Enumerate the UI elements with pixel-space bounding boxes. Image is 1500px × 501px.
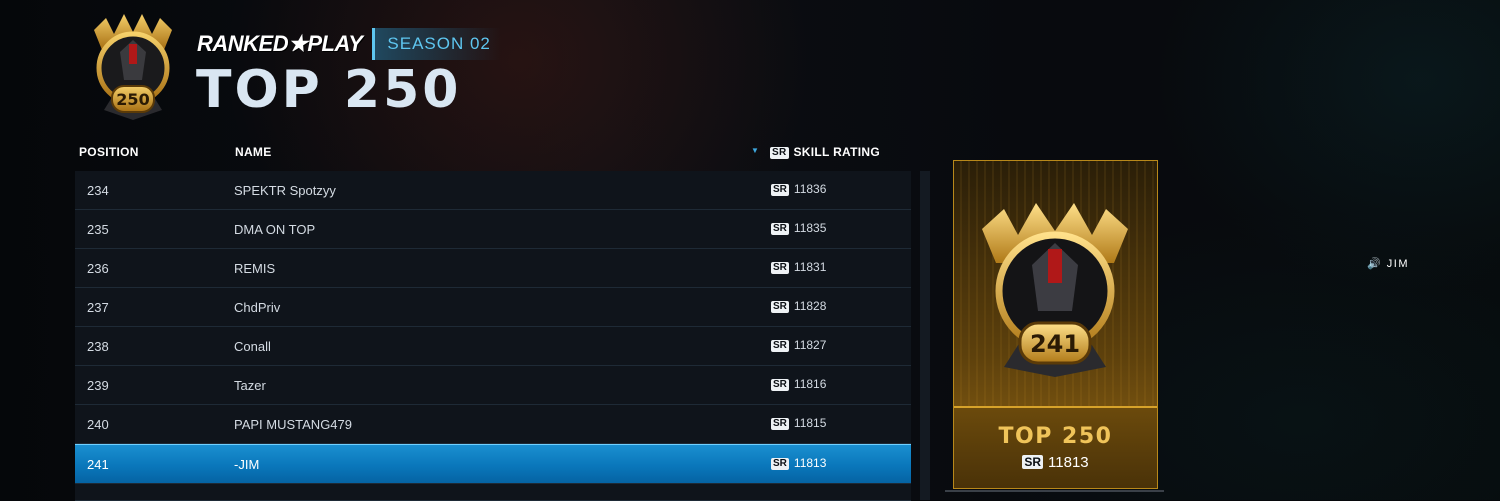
leaderboard-table: 234 SPEKTR Spotzyy SR 11836 235 DMA ON TO…	[75, 171, 911, 501]
sr-icon: SR	[771, 223, 789, 235]
row-position: 240	[87, 417, 109, 432]
sr-icon: SR	[771, 379, 789, 391]
row-player-name: Conall	[234, 339, 271, 354]
row-skill-rating: SR 11835	[771, 221, 826, 235]
sr-icon: SR	[771, 340, 789, 352]
top250-emblem-icon: 250	[94, 14, 172, 120]
row-skill-rating: SR 11828	[771, 299, 826, 313]
row-skill-rating: SR 11831	[771, 260, 826, 274]
row-rating-value: 11835	[793, 221, 827, 235]
card-title: TOP 250	[998, 424, 1113, 449]
page-title: TOP 250	[196, 60, 462, 120]
row-player-name: ChdPriv	[234, 300, 281, 315]
row-player-name: -JIM	[234, 457, 260, 472]
row-position: 236	[87, 261, 109, 276]
table-row[interactable]: 234 SPEKTR Spotzyy SR 11836	[75, 171, 911, 210]
season-label: SEASON 02	[372, 28, 501, 60]
table-row[interactable]: 236 REMIS SR 11831	[75, 249, 911, 288]
title-bar: RANKED★PLAY SEASON 02	[197, 28, 501, 60]
sr-icon: SR	[771, 301, 789, 313]
row-rating-value: 11813	[793, 456, 827, 470]
divider	[945, 490, 1164, 492]
sr-icon: SR	[770, 147, 789, 159]
sr-icon: SR	[771, 184, 789, 196]
voice-chat-indicator: 🔊 JIM	[1367, 257, 1409, 270]
row-position: 234	[87, 183, 109, 198]
emblem-number: 250	[116, 90, 149, 109]
row-rating-value: 11816	[793, 377, 827, 391]
column-header-position[interactable]: POSITION	[79, 145, 139, 159]
sr-icon: SR	[771, 458, 789, 470]
row-rating-value: 11827	[793, 338, 827, 352]
card-rating-value: 11813	[1048, 454, 1089, 471]
row-rating-value: 11836	[793, 182, 827, 196]
sr-icon: SR	[1022, 455, 1044, 469]
card-footer: TOP 250 SR 11813	[954, 406, 1157, 488]
card-skill-rating: SR 11813	[954, 454, 1157, 471]
row-rating-value: 11815	[793, 416, 827, 430]
table-row[interactable]: 240 PAPI MUSTANG479 SR 11815	[75, 405, 911, 444]
sr-icon: SR	[771, 262, 789, 274]
table-row-partial[interactable]	[75, 484, 911, 501]
row-skill-rating: SR 11816	[771, 377, 826, 391]
row-rating-value: 11828	[793, 299, 827, 313]
row-player-name: SPEKTR Spotzyy	[234, 183, 336, 198]
column-header-skill-rating[interactable]: SR SKILL RATING	[770, 145, 880, 159]
rank-emblem-icon: 241	[982, 203, 1128, 377]
sr-icon: SR	[771, 418, 789, 430]
sort-descending-icon: ▼	[751, 146, 759, 155]
table-row[interactable]: 237 ChdPriv SR 11828	[75, 288, 911, 327]
row-player-name: REMIS	[234, 261, 276, 276]
row-skill-rating: SR 11827	[771, 338, 826, 352]
row-player-name: DMA ON TOP	[234, 222, 316, 237]
table-row[interactable]: 238 Conall SR 11827	[75, 327, 911, 366]
table-row[interactable]: 239 Tazer SR 11816	[75, 366, 911, 405]
row-skill-rating: SR 11815	[771, 416, 826, 430]
column-header-name[interactable]: NAME	[235, 145, 272, 159]
table-row-selected[interactable]: 241 -JIM SR 11813	[75, 444, 911, 484]
table-row[interactable]: 235 DMA ON TOP SR 11835	[75, 210, 911, 249]
row-position: 239	[87, 378, 109, 393]
row-position: 238	[87, 339, 109, 354]
row-skill-rating: SR 11813	[771, 456, 826, 470]
row-position: 235	[87, 222, 109, 237]
row-position: 241	[87, 457, 109, 472]
voice-player-name: JIM	[1386, 258, 1409, 270]
row-position: 237	[87, 300, 109, 315]
ranked-play-logo: RANKED★PLAY	[197, 31, 363, 56]
column-header-skill-rating-label: SKILL RATING	[793, 145, 880, 159]
speaker-icon: 🔊	[1367, 258, 1383, 270]
row-rating-value: 11831	[793, 260, 827, 274]
card-emblem-number: 241	[1030, 330, 1080, 358]
row-skill-rating: SR 11836	[771, 182, 826, 196]
row-player-name: PAPI MUSTANG479	[234, 417, 352, 432]
scrollbar[interactable]	[920, 171, 930, 500]
row-player-name: Tazer	[234, 378, 266, 393]
player-rank-card: 241 TOP 250 SR 11813	[953, 160, 1158, 489]
